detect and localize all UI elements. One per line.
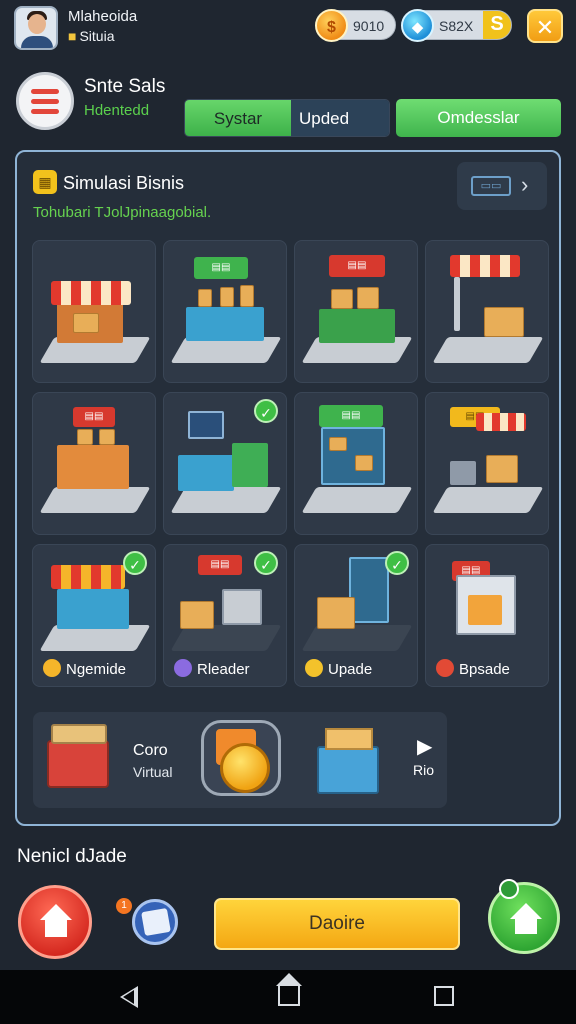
owned-check-icon: ✓	[254, 399, 278, 423]
bag-icon: ■	[68, 28, 77, 44]
panel-link-button[interactable]: ▭▭ ›	[457, 162, 547, 210]
home-icon	[40, 904, 72, 920]
shop-tile-9[interactable]: ✓ Ngemide	[32, 544, 156, 687]
tab-system[interactable]: Systar	[185, 100, 291, 136]
shop-grid: ▤▤ ▤▤ ▤▤ ✓ ▤▤ ▤▤ ✓ Ngemide ▤▤ ✓ Rleader …	[32, 240, 552, 700]
notification-badge: 1	[116, 898, 132, 914]
shop-tile-11[interactable]: ✓ Upade	[294, 544, 418, 687]
featured-item-title: Coro	[133, 742, 168, 759]
treasure-chest-icon[interactable]	[47, 724, 109, 788]
add-gems-button[interactable]: S	[483, 11, 511, 39]
panel-subtitle: Tohubari TJolJpinaagobial.	[33, 204, 212, 221]
owned-check-icon: ✓	[254, 551, 278, 575]
shop-button[interactable]	[488, 879, 560, 954]
recent-apps-icon[interactable]	[434, 986, 454, 1006]
top-bar: Mlaheoida ■ Situia $ 9010 ◆ S82X S ✕	[0, 0, 576, 56]
tile-label: Ngemide	[43, 659, 126, 678]
section-subtitle: Hdentedd	[84, 102, 150, 119]
menu-icon	[31, 89, 59, 94]
coin-value: 9010	[353, 18, 385, 34]
upgrade-icon	[43, 659, 61, 677]
shop-tile-3[interactable]: ▤▤	[294, 240, 418, 383]
shop-tile-1[interactable]	[32, 240, 156, 383]
chevron-right-icon: ›	[521, 172, 529, 197]
gem-value: S82X	[439, 18, 474, 34]
ticket-icon	[141, 907, 171, 937]
featured-items-strip: Coro Virtual ▶ Rio	[33, 712, 447, 808]
home-button[interactable]	[18, 885, 92, 959]
coin-counter[interactable]: $ 9010	[315, 9, 396, 42]
tile-label: Upade	[305, 659, 372, 678]
owned-check-icon: ✓	[123, 551, 147, 575]
gear-icon	[499, 879, 519, 899]
menu-button[interactable]	[16, 72, 74, 130]
back-icon[interactable]	[120, 986, 138, 1008]
close-icon: ✕	[535, 15, 555, 40]
tab-omni[interactable]: Omdesslar	[396, 99, 561, 137]
section-title: Snte Sals	[84, 76, 166, 97]
crate-icon[interactable]	[317, 728, 379, 794]
shop-tile-7[interactable]: ▤▤	[294, 392, 418, 535]
player-status: ■ Situia	[68, 28, 115, 44]
player-avatar[interactable]	[14, 6, 58, 50]
ticket-icon: ▭▭	[471, 176, 511, 196]
more-label: Rio	[413, 762, 435, 778]
play-arrow-icon[interactable]: ▶	[417, 734, 432, 759]
tile-label: Bpsade	[436, 659, 510, 678]
store-icon: ▦	[33, 170, 57, 194]
featured-item-sub: Virtual	[133, 764, 173, 780]
tab-system-update[interactable]: Systar Upded	[184, 99, 390, 137]
panel-title: Simulasi Bisnis	[63, 173, 185, 193]
close-button[interactable]: ✕	[527, 9, 563, 43]
coin-icon: $	[315, 9, 348, 42]
gem-counter[interactable]: ◆ S82X S	[401, 9, 512, 42]
footer-title: Nenicl dJade	[17, 846, 127, 867]
tab-update[interactable]: Upded	[291, 100, 389, 136]
upgrade-icon	[436, 659, 454, 677]
tile-label: Rleader	[174, 659, 250, 678]
player-status-text: Situia	[79, 28, 115, 44]
shop-tile-8[interactable]: ▤▤	[425, 392, 549, 535]
primary-action-button[interactable]: Daoire	[214, 898, 460, 950]
shop-tile-6[interactable]: ✓	[163, 392, 287, 535]
player-name: Mlaheoida	[68, 8, 138, 25]
shop-tile-5[interactable]: ▤▤	[32, 392, 156, 535]
shop-tile-12[interactable]: ▤▤ Bpsade	[425, 544, 549, 687]
coin-reward-icon[interactable]	[201, 720, 281, 796]
system-nav-bar	[0, 970, 576, 1024]
shop-tile-4[interactable]	[425, 240, 549, 383]
gem-icon: ◆	[401, 9, 434, 42]
shop-house-icon	[510, 903, 542, 919]
shield-icon	[305, 659, 323, 677]
reader-icon	[174, 659, 192, 677]
business-simulation-panel: ▦ Simulasi Bisnis Tohubari TJolJpinaagob…	[15, 150, 561, 826]
ticket-button[interactable]	[132, 899, 178, 945]
owned-check-icon: ✓	[385, 551, 409, 575]
shop-tile-2[interactable]: ▤▤	[163, 240, 287, 383]
home-nav-icon[interactable]	[276, 973, 302, 1006]
shop-tile-10[interactable]: ▤▤ ✓ Rleader	[163, 544, 287, 687]
